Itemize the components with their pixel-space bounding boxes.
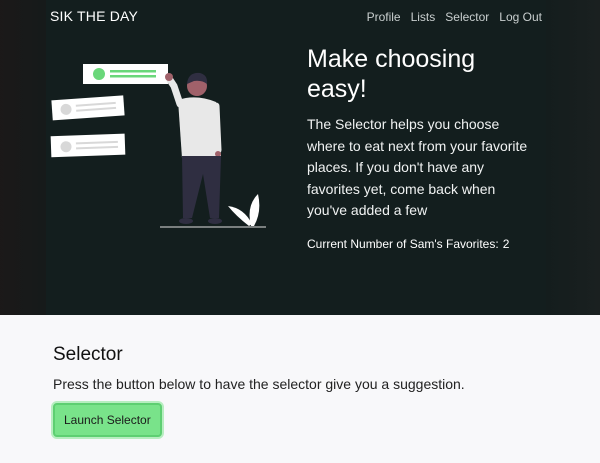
nav-link-logout[interactable]: Log Out	[499, 10, 542, 24]
card-option-2	[50, 133, 126, 158]
selector-title: Selector	[53, 344, 123, 365]
selector-section: Selector Press the button below to have …	[53, 344, 573, 437]
hero-text-block: Make choosing easy! The Selector helps y…	[307, 44, 537, 251]
choosing-illustration	[50, 64, 266, 228]
hero-right-edge	[546, 0, 600, 315]
nav-link-profile[interactable]: Profile	[367, 10, 401, 24]
favorites-count: 2	[502, 236, 510, 251]
nav-link-selector[interactable]: Selector	[445, 10, 489, 24]
navbar: SIK THE DAY Profile Lists Selector Log O…	[0, 0, 600, 34]
nav-links: Profile Lists Selector Log Out	[367, 10, 542, 24]
selector-description: Press the button below to have the selec…	[53, 376, 465, 392]
card-selected	[83, 64, 168, 84]
plant-decoration	[228, 194, 260, 226]
card-option-1	[51, 95, 125, 121]
nav-link-lists[interactable]: Lists	[411, 10, 436, 24]
hero-section: SIK THE DAY Profile Lists Selector Log O…	[0, 0, 600, 315]
person-figure	[165, 72, 222, 224]
favorites-label: Current Number of Sam's Favorites:	[307, 236, 499, 251]
hero-description: The Selector helps you choose where to e…	[307, 116, 528, 218]
favorites-count-line: Current Number of Sam's Favorites: 2	[307, 237, 537, 251]
launch-selector-button[interactable]: Launch Selector	[53, 403, 162, 437]
hero-title: Make choosing easy!	[307, 45, 476, 103]
brand-link[interactable]: SIK THE DAY	[50, 8, 138, 24]
hero-left-edge	[0, 0, 46, 315]
